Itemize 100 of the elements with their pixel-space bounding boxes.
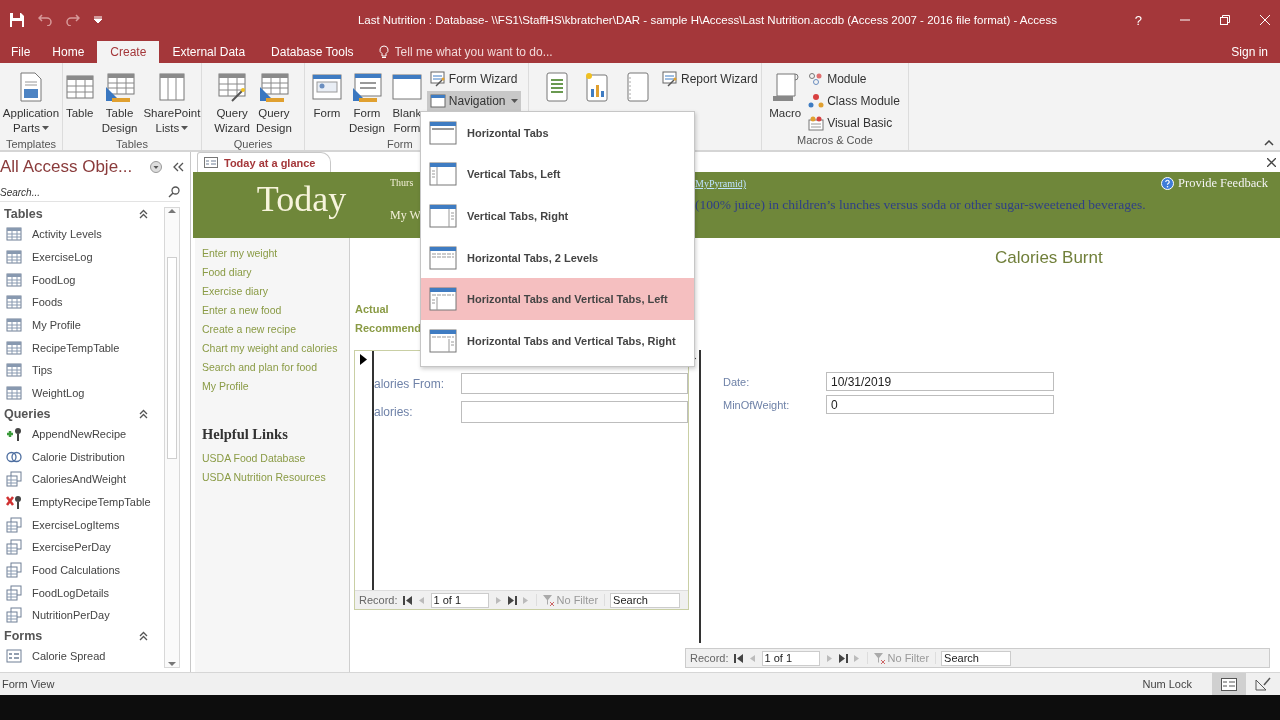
customize-icon[interactable]	[94, 16, 102, 24]
tell-me-field[interactable]: Tell me what you want to do...	[392, 44, 597, 60]
document-tab[interactable]: Today at a glance	[197, 152, 331, 172]
navigation-item[interactable]: EmptyRecipeTempTable	[0, 490, 162, 514]
navigation-item[interactable]: ExerciseLogItems	[0, 513, 162, 536]
scroll-up-icon[interactable]	[168, 208, 176, 213]
collapse-ribbon-icon[interactable]	[1264, 140, 1274, 146]
navigation-item[interactable]: FoodLog	[0, 268, 162, 292]
table-design-icon	[257, 71, 290, 103]
ribbon-button[interactable]: Navigation	[426, 91, 521, 111]
last-record-icon[interactable]	[838, 653, 848, 663]
ribbon-button[interactable]: Form Wizard	[426, 69, 521, 89]
scroll-down-icon[interactable]	[168, 662, 176, 667]
group-label: Form	[387, 138, 413, 150]
form-icon	[204, 157, 218, 168]
text-field[interactable]	[461, 373, 688, 394]
form-view-icon	[1221, 677, 1237, 691]
help-button[interactable]: ?	[1134, 12, 1142, 28]
navigation-item[interactable]: RecipeTempTable	[0, 336, 162, 360]
menu-item[interactable]: Vertical Tabs, Left	[421, 153, 694, 196]
help-icon	[1161, 177, 1175, 190]
navigation-item[interactable]: WeightLog	[0, 381, 162, 405]
menu-item[interactable]: Horizontal Tabs and Vertical Tabs, Left	[421, 278, 694, 320]
ribbon-button[interactable]: Visual Basic	[805, 113, 903, 133]
record-position-field[interactable]: 1 of 1	[430, 592, 489, 608]
ribbon-button[interactable]: Table	[61, 69, 98, 123]
ribbon-button[interactable]: Macro	[767, 69, 804, 123]
first-record-icon[interactable]	[402, 595, 412, 605]
undo-icon[interactable]	[38, 14, 52, 26]
ribbon-button[interactable]: Class Module	[805, 91, 903, 111]
navigation-item[interactable]: FoodLogDetails	[0, 581, 162, 604]
query-icon	[6, 584, 22, 601]
menu-item[interactable]: Horizontal Tabs, 2 Levels	[421, 236, 694, 279]
text-field[interactable]	[461, 401, 688, 423]
record-selector-icon	[360, 354, 367, 365]
navigation-item[interactable]: NutritionPerDay	[0, 604, 162, 627]
section-title: Helpful Links	[202, 426, 289, 443]
menu-tab[interactable]: Create	[97, 41, 160, 63]
navigation-item[interactable]: ExerciseLog	[0, 245, 162, 269]
status-text: Form View	[2, 678, 55, 690]
navigation-item[interactable]: Calorie Distribution	[0, 445, 162, 468]
first-record-icon[interactable]	[733, 653, 743, 663]
navigation-pane-title: All Access Obje...	[0, 157, 134, 177]
navigation-item[interactable]: CaloriesAndWeight	[0, 467, 162, 491]
weight-text: My W	[390, 208, 421, 223]
text-field[interactable]: 0	[826, 395, 1054, 414]
query-icon	[6, 516, 22, 533]
collapse-pane-icon[interactable]	[172, 162, 184, 172]
text-field[interactable]: 10/31/2019	[826, 372, 1054, 391]
navigation-item[interactable]: ExercisePerDay	[0, 535, 162, 559]
ribbon-button[interactable]: Form Design	[347, 69, 387, 138]
table-icon	[6, 385, 22, 402]
menu-tab[interactable]: File	[2, 41, 40, 63]
feedback-link[interactable]: Provide Feedback	[1161, 176, 1268, 191]
query-icon	[6, 607, 22, 624]
navigation-item[interactable]: AppendNewRecipe	[0, 422, 162, 446]
navigation-search-field[interactable]: Search...	[0, 186, 168, 198]
ribbon-button[interactable]: Table Design	[99, 69, 140, 138]
record-search-field[interactable]: Search	[610, 592, 681, 608]
ribbon-button[interactable]: Query Design	[254, 69, 294, 138]
table-icon	[6, 294, 22, 311]
close-icon[interactable]	[1267, 158, 1276, 167]
navigation-item[interactable]: Tips	[0, 359, 162, 382]
horizontal-tabs-icon	[429, 120, 457, 145]
last-record-icon[interactable]	[507, 595, 517, 605]
tip-text: (100% juice) in children’s lunches versus soda or other sugar-sweetened beverages.	[695, 197, 1147, 213]
navigation-group-header[interactable]: Queries	[0, 404, 162, 423]
ribbon-button[interactable]: Application Parts	[0, 69, 62, 138]
menu-item[interactable]: Vertical Tabs, Right	[421, 195, 694, 237]
visual-basic-icon	[808, 115, 825, 131]
navigation-group-header[interactable]: Tables	[0, 205, 162, 223]
navigation-item[interactable]: My Profile	[0, 313, 162, 337]
query-icon	[6, 471, 22, 488]
vertical-tabs-left-icon	[429, 162, 457, 187]
search-icon[interactable]	[168, 186, 180, 198]
restore-icon[interactable]	[1220, 15, 1230, 25]
window-icon	[429, 93, 446, 109]
navigation-item[interactable]: Activity Levels	[0, 223, 162, 246]
menu-tab[interactable]: Database Tools	[258, 41, 367, 63]
dropdown-icon[interactable]	[150, 161, 162, 173]
navigation-item[interactable]: Foods	[0, 291, 162, 314]
ribbon-button[interactable]: SharePoint Lists	[141, 69, 203, 138]
ribbon-button[interactable]: Module	[805, 69, 903, 89]
redo-icon[interactable]	[66, 14, 80, 26]
menu-tab[interactable]: External Data	[159, 41, 259, 63]
ribbon-button[interactable]: Report Wizard	[659, 69, 761, 89]
menu-tab[interactable]: Home	[39, 41, 98, 63]
menu-item[interactable]: Horizontal Tabs and Vertical Tabs, Right	[421, 319, 694, 362]
ribbon-button[interactable]: Query Wizard	[212, 69, 252, 138]
save-icon[interactable]	[10, 13, 24, 27]
form-view-button[interactable]	[1212, 673, 1246, 695]
navigation-item[interactable]: Calorie Spread	[0, 644, 162, 668]
ribbon-button[interactable]: Form	[309, 69, 345, 123]
vertical-tabs-right-icon	[429, 204, 457, 228]
record-position-field[interactable]: 1 of 1	[761, 650, 820, 666]
table-icon	[6, 317, 22, 334]
sign-in-link[interactable]: Sign in	[1231, 41, 1268, 63]
navigation-item[interactable]: Food Calculations	[0, 558, 162, 582]
navigation-group-header[interactable]: Forms	[0, 626, 162, 645]
record-search-field[interactable]: Search	[941, 650, 1012, 666]
